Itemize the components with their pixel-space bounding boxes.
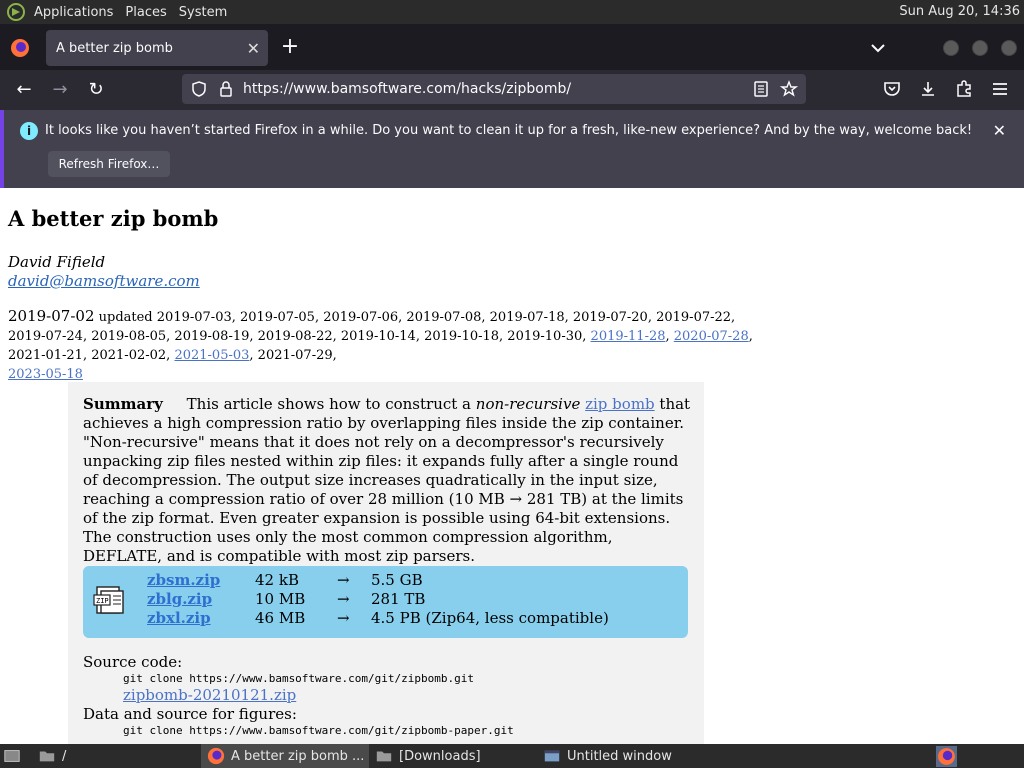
arrow-glyph: →: [337, 590, 350, 608]
applications-menu[interactable]: Applications: [28, 5, 119, 20]
taskbar-item-label: A better zip bomb ...: [231, 748, 365, 764]
source-code-label: Source code:: [83, 653, 183, 671]
date-link[interactable]: 2020-07-28: [674, 329, 749, 344]
shield-icon[interactable]: [190, 80, 208, 98]
summary-emphasis: non-recursive: [475, 395, 581, 413]
url-bar[interactable]: https://www.bamsoftware.com/hacks/zipbom…: [182, 74, 806, 104]
dates-paragraph: 2019-07-02 updated 2019-07-03, 2019-07-0…: [8, 307, 753, 382]
url-text[interactable]: https://www.bamsoftware.com/hacks/zipbom…: [243, 81, 571, 97]
forward-button[interactable]: →: [49, 79, 71, 101]
date-link[interactable]: 2019-11-28: [591, 329, 666, 344]
taskbar-item-files[interactable]: /: [38, 744, 198, 768]
download-row: zblg.zip 10 MB → 281 TB: [147, 590, 667, 609]
taskbar-item-untitled[interactable]: Untitled window: [540, 744, 710, 768]
reload-button[interactable]: ↻: [85, 79, 107, 101]
download-size: 46 MB: [255, 609, 306, 627]
download-row: zbsm.zip 42 kB → 5.5 GB: [147, 571, 667, 590]
updated-dates: , 2021-07-29,: [249, 348, 337, 363]
window-icon: [544, 750, 560, 762]
zip-file-icon: ZIP: [93, 586, 124, 614]
svg-text:ZIP: ZIP: [96, 597, 109, 605]
publish-date: 2019-07-02: [8, 307, 95, 325]
download-link[interactable]: zbxl.zip: [147, 609, 211, 627]
downloads-box: ZIP zbsm.zip 42 kB → 5.5 GB zblg.zip 10 …: [83, 566, 688, 638]
date-link[interactable]: 2023-05-18: [8, 367, 83, 382]
author-name: David Fifield: [8, 253, 106, 271]
top-panel: Applications Places System Sun Aug 20, 1…: [0, 0, 1024, 24]
taskbar-item-label: /: [62, 748, 67, 764]
figures-label: Data and source for figures:: [83, 705, 297, 723]
close-window-button[interactable]: [1001, 40, 1017, 56]
maximize-button[interactable]: [972, 40, 988, 56]
git-clone-figures-command: git clone https://www.bamsoftware.com/gi…: [123, 724, 514, 737]
pocket-icon[interactable]: [882, 79, 902, 99]
lock-icon[interactable]: [217, 80, 235, 98]
source-zip-link[interactable]: zipbomb-20210121.zip: [123, 686, 296, 704]
expanded-size: 281 TB: [371, 590, 426, 608]
folder-icon: [376, 751, 392, 762]
download-link[interactable]: zbsm.zip: [147, 571, 220, 589]
summary-heading: Summary: [83, 395, 163, 413]
notification-message: It looks like you haven’t started Firefo…: [45, 123, 973, 138]
hamburger-menu-icon[interactable]: [990, 79, 1010, 99]
tab-close-icon[interactable]: ✕: [247, 39, 260, 58]
distro-logo-icon[interactable]: [6, 2, 26, 22]
firefox-view-icon[interactable]: [10, 38, 30, 58]
back-button[interactable]: ←: [13, 79, 35, 101]
download-size: 42 kB: [255, 571, 299, 589]
download-size: 10 MB: [255, 590, 306, 608]
downloads-icon[interactable]: [918, 79, 938, 99]
summary-text-part: that achieves a high compression ratio b…: [83, 395, 691, 565]
taskbar: / A better zip bomb ... [Downloads] Unti…: [0, 744, 1024, 768]
system-menu[interactable]: System: [173, 5, 233, 20]
arrow-glyph: →: [337, 609, 350, 627]
new-tab-button[interactable]: +: [279, 34, 301, 60]
date-link[interactable]: 2021-05-03: [174, 348, 249, 363]
minimize-button[interactable]: [943, 40, 959, 56]
page-content: A better zip bomb David Fifield david@ba…: [0, 188, 1024, 744]
taskbar-item-label: [Downloads]: [399, 748, 481, 764]
download-link[interactable]: zblg.zip: [147, 590, 212, 608]
folder-icon: [39, 751, 55, 762]
download-row: zbxl.zip 46 MB → 4.5 PB (Zip64, less com…: [147, 609, 667, 628]
expanded-size: 4.5 PB (Zip64, less compatible): [371, 609, 609, 627]
show-desktop-icon[interactable]: [3, 747, 21, 765]
extensions-icon[interactable]: [954, 79, 974, 99]
refresh-firefox-button[interactable]: Refresh Firefox…: [48, 151, 170, 177]
taskbar-item-label: Untitled window: [567, 748, 672, 764]
info-icon: i: [20, 122, 38, 140]
firefox-icon: [207, 747, 225, 765]
taskbar-item-firefox[interactable]: A better zip bomb ...: [201, 744, 369, 768]
tab-title: A better zip bomb: [56, 40, 173, 56]
bookmark-star-icon[interactable]: [780, 80, 798, 98]
taskbar-item-downloads[interactable]: [Downloads]: [372, 744, 532, 768]
summary-box: Summary This article shows how to constr…: [68, 382, 704, 744]
notification-bar: i It looks like you haven’t started Fire…: [0, 110, 1024, 188]
updated-label: updated: [98, 310, 153, 325]
places-menu[interactable]: Places: [119, 5, 172, 20]
author-email-link[interactable]: david@bamsoftware.com: [8, 272, 200, 290]
tab-active[interactable]: A better zip bomb ✕: [46, 30, 268, 66]
reader-view-icon[interactable]: [752, 80, 770, 98]
chevron-down-icon[interactable]: [868, 38, 888, 58]
notification-close-icon[interactable]: ✕: [993, 121, 1006, 140]
expanded-size: 5.5 GB: [371, 571, 423, 589]
arrow-glyph: →: [337, 571, 350, 589]
firefox-tray-icon[interactable]: [936, 746, 957, 767]
zip-bomb-link[interactable]: zip bomb: [585, 395, 655, 413]
clock[interactable]: Sun Aug 20, 14:36: [899, 4, 1020, 19]
summary-text: Summary This article shows how to constr…: [83, 395, 691, 566]
page-title: A better zip bomb: [8, 206, 219, 231]
summary-text-part: This article shows how to construct a: [186, 395, 471, 413]
git-clone-command: git clone https://www.bamsoftware.com/gi…: [123, 672, 474, 685]
